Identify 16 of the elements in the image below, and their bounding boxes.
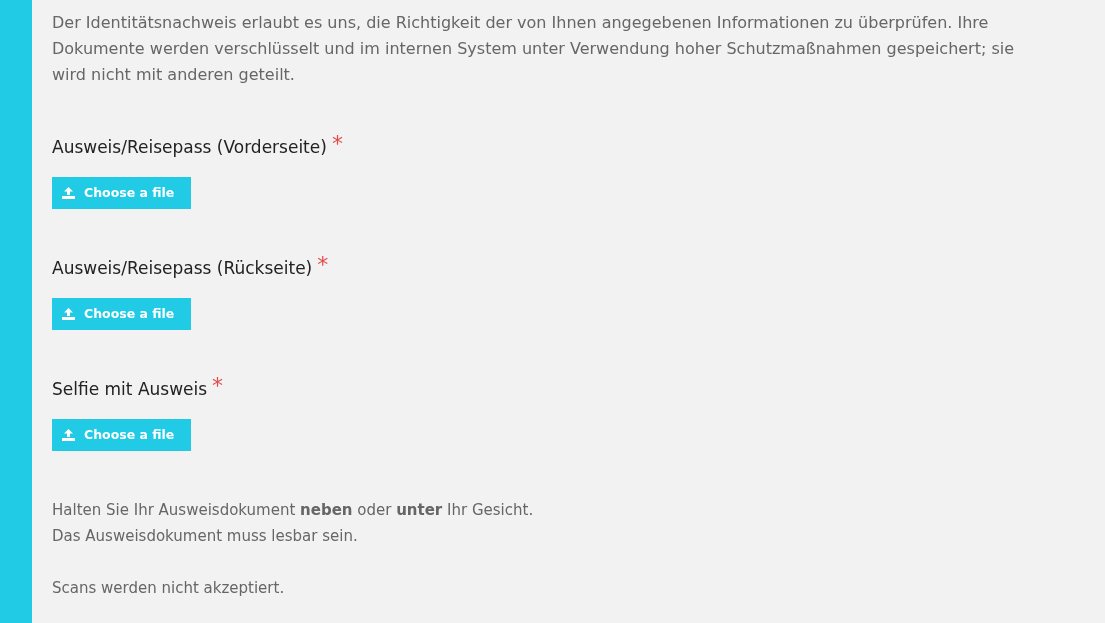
required-mark: * (331, 134, 343, 154)
note-text: Halten Sie Ihr Ausweisdokument neben oder unter Ihr Gesicht. (52, 500, 535, 521)
field-label: Ausweis/Reisepass (Vorderseite) (52, 136, 327, 159)
note-text: Das Ausweisdokument muss lesbar sein. (52, 526, 359, 547)
required-mark: * (212, 376, 224, 396)
required-mark: * (317, 255, 329, 275)
choose-file-button[interactable]: Choose a file (52, 419, 191, 451)
choose-file-button[interactable]: Choose a file (52, 177, 191, 209)
choose-file-button[interactable]: Choose a file (52, 298, 191, 330)
note-text: Scans werden nicht akzeptiert. (52, 578, 286, 599)
field-label: Selfie mit Ausweis (52, 378, 208, 401)
upload-icon (62, 187, 75, 199)
intro-text: Der Identitätsnachweis erlaubt es uns, die Richtigkeit der von Ihnen angegebenen Informationen zu überprüfen. Ihre Dokumente werden verschlüsselt und im internen System unter Verwendung hoher Schutzmaßnahmen gespeichert; sie wird nicht mit anderen geteilt. (52, 12, 1016, 86)
upload-icon (62, 429, 75, 441)
upload-icon (62, 308, 75, 320)
field-label: Ausweis/Reisepass (Rückseite) (52, 257, 313, 280)
